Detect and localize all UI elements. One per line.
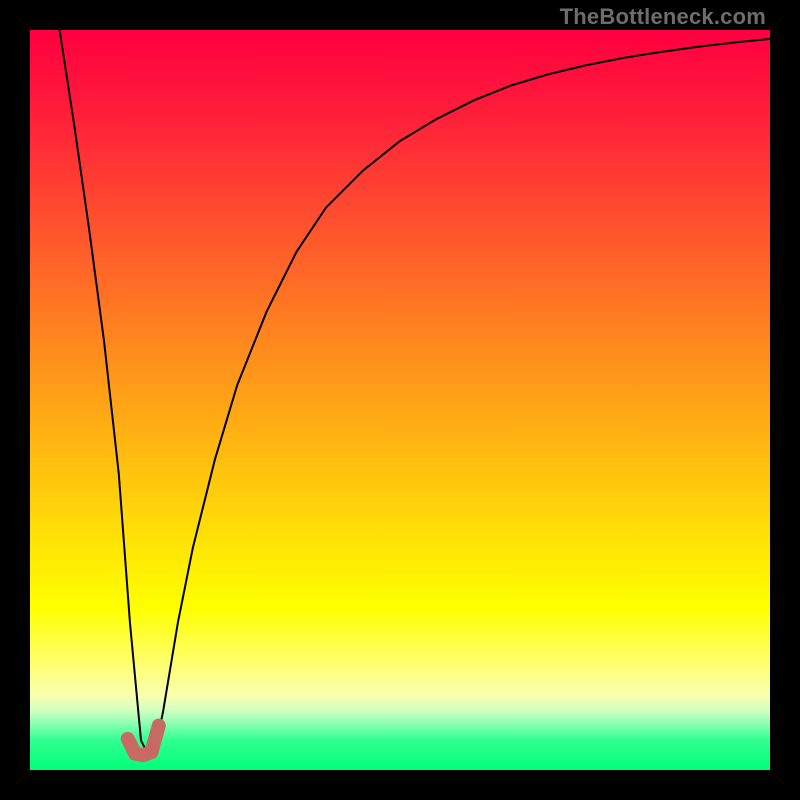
curve-layer [30,30,770,770]
bottleneck-curve [60,30,770,755]
outer-frame: TheBottleneck.com [0,0,800,800]
plot-area [30,30,770,770]
watermark-text: TheBottleneck.com [560,4,766,30]
optimal-marker [128,726,159,756]
